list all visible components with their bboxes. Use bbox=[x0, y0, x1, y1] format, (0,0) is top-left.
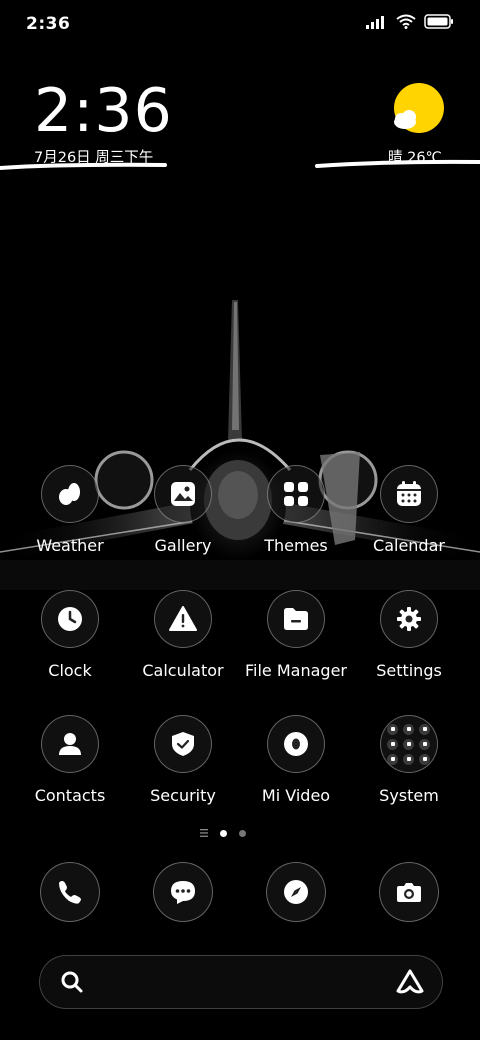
mi-video-icon bbox=[267, 715, 325, 773]
page-indicator[interactable] bbox=[200, 829, 246, 837]
app-label: Security bbox=[150, 786, 216, 805]
dock-camera[interactable] bbox=[379, 862, 439, 922]
weather-icon bbox=[41, 465, 99, 523]
app-label: Gallery bbox=[154, 536, 212, 555]
browser-icon bbox=[266, 862, 326, 922]
app-label: Settings bbox=[376, 661, 442, 680]
app-file-manager[interactable]: File Manager bbox=[241, 590, 351, 680]
app-themes[interactable]: Themes bbox=[241, 465, 351, 555]
menu-lines-icon bbox=[200, 829, 208, 837]
app-security[interactable]: Security bbox=[128, 715, 238, 805]
dock-messages[interactable] bbox=[153, 862, 213, 922]
app-label: Calendar bbox=[373, 536, 445, 555]
page-dot[interactable] bbox=[239, 829, 246, 837]
calculator-icon bbox=[154, 590, 212, 648]
app-weather[interactable]: Weather bbox=[15, 465, 125, 555]
app-contacts[interactable]: Contacts bbox=[15, 715, 125, 805]
contacts-icon bbox=[41, 715, 99, 773]
dock-browser[interactable] bbox=[266, 862, 326, 922]
app-label: Contacts bbox=[34, 786, 106, 805]
app-label: Weather bbox=[36, 536, 104, 555]
assistant-icon[interactable] bbox=[396, 969, 424, 995]
app-system-folder[interactable]: System bbox=[354, 715, 464, 805]
themes-icon bbox=[267, 465, 325, 523]
system-folder-icon bbox=[380, 715, 438, 773]
app-calculator[interactable]: Calculator bbox=[128, 590, 238, 680]
search-icon bbox=[61, 971, 83, 993]
app-label: Calculator bbox=[142, 661, 224, 680]
app-calendar[interactable]: Calendar bbox=[354, 465, 464, 555]
clock-icon bbox=[41, 590, 99, 648]
camera-icon bbox=[379, 862, 439, 922]
app-label: Mi Video bbox=[261, 786, 331, 805]
search-input[interactable] bbox=[100, 968, 384, 998]
messages-icon bbox=[153, 862, 213, 922]
settings-icon bbox=[380, 590, 438, 648]
security-icon bbox=[154, 715, 212, 773]
app-mi-video[interactable]: Mi Video bbox=[241, 715, 351, 805]
phone-icon bbox=[40, 862, 100, 922]
app-label: Themes bbox=[264, 536, 328, 555]
app-label: Clock bbox=[48, 661, 92, 680]
app-gallery[interactable]: Gallery bbox=[128, 465, 238, 555]
app-label: File Manager bbox=[245, 661, 347, 680]
gallery-icon bbox=[154, 465, 212, 523]
file-manager-icon bbox=[267, 590, 325, 648]
search-bar[interactable] bbox=[39, 955, 443, 1009]
calendar-icon bbox=[380, 465, 438, 523]
page-dot-active[interactable] bbox=[220, 829, 227, 837]
app-clock[interactable]: Clock bbox=[15, 590, 125, 680]
app-settings[interactable]: Settings bbox=[354, 590, 464, 680]
dock-phone[interactable] bbox=[40, 862, 100, 922]
app-label: System bbox=[379, 786, 439, 805]
